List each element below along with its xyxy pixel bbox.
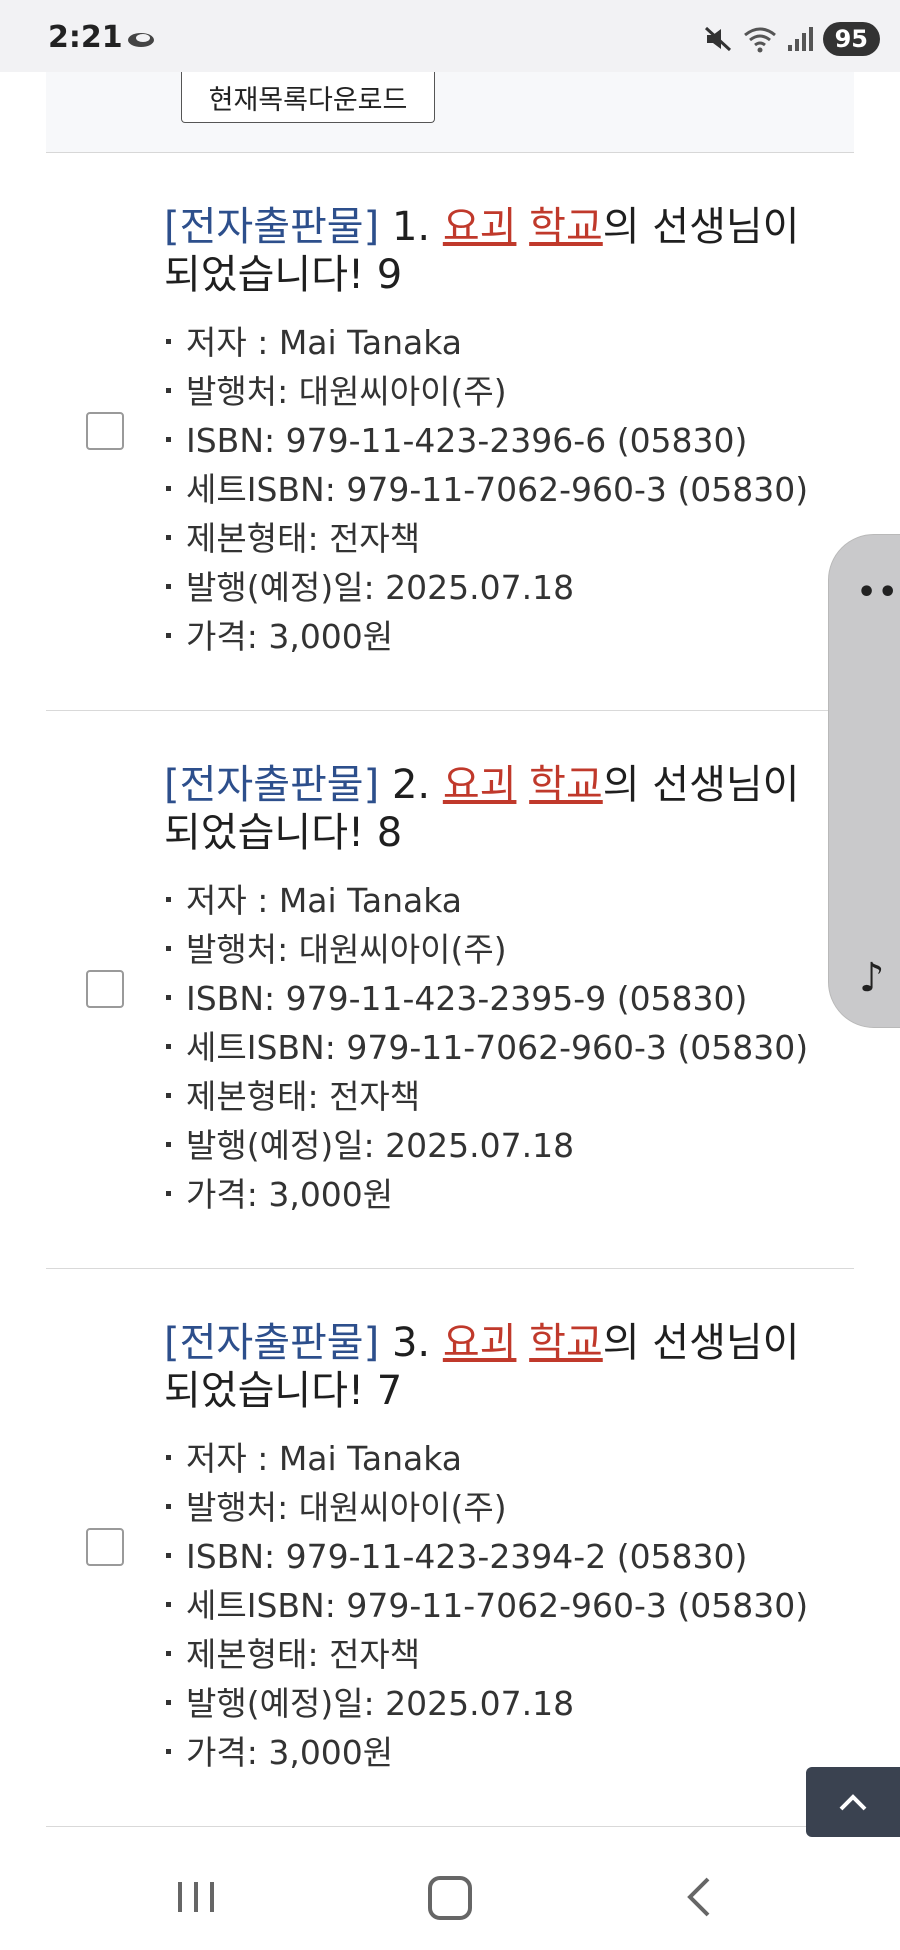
recent-apps-icon[interactable] [176, 1880, 216, 1914]
scroll-to-top-button[interactable] [806, 1767, 900, 1837]
item-checkbox[interactable] [86, 970, 124, 1008]
meta-set-isbn: 세트ISBN: 979-11-7062-960-3 (05830) [164, 1581, 808, 1630]
meta-pub-date: 발행(예정)일: 2025.07.18 [164, 1679, 808, 1728]
meta-author: 저자 : Mai Tanaka [164, 876, 808, 925]
item-title[interactable]: [전자출판물] 1. 요괴 학교의 선생님이 되었습니다! 9 [164, 203, 814, 299]
meta-set-isbn: 세트ISBN: 979-11-7062-960-3 (05830) [164, 1023, 808, 1072]
item-checkbox[interactable] [86, 1528, 124, 1566]
mute-icon [704, 26, 731, 52]
meta-publisher: 발행처: 대원씨아이(주) [164, 367, 808, 416]
title-keyword[interactable]: 학교 [529, 204, 603, 250]
system-nav-bar [0, 1840, 900, 1950]
meta-price: 가격: 3,000원 [164, 1170, 808, 1219]
title-keyword[interactable]: 학교 [529, 1320, 603, 1366]
status-time: 2:21 [48, 20, 123, 55]
item-category: [전자출판물] [164, 1320, 380, 1366]
list-item: [전자출판물] 3. 요괴 학교의 선생님이 되었습니다! 7 저자 : Mai… [46, 1269, 854, 1827]
title-keyword[interactable]: 요괴 [443, 762, 517, 808]
meta-author: 저자 : Mai Tanaka [164, 318, 808, 367]
title-keyword[interactable]: 학교 [529, 762, 603, 808]
item-number: 2. [391, 762, 431, 808]
status-icons: 95 [703, 22, 880, 56]
title-keyword[interactable]: 요괴 [443, 1320, 517, 1366]
item-meta: 저자 : Mai Tanaka 발행처: 대원씨아이(주) ISBN: 979-… [164, 1434, 808, 1777]
meta-format: 제본형태: 전자책 [164, 1630, 808, 1679]
list-item: [전자출판물] 2. 요괴 학교의 선생님이 되었습니다! 8 저자 : Mai… [46, 711, 854, 1269]
back-icon[interactable] [680, 1876, 720, 1918]
battery-indicator: 95 [822, 22, 880, 56]
signal-icon [787, 27, 813, 51]
list-toolbar: 현재목록다운로드 [46, 72, 854, 153]
title-keyword[interactable]: 요괴 [443, 204, 517, 250]
cloud-icon [128, 33, 154, 47]
item-number: 1. [391, 204, 431, 250]
item-category: [전자출판물] [164, 762, 380, 808]
meta-format: 제본형태: 전자책 [164, 1072, 808, 1121]
meta-pub-date: 발행(예정)일: 2025.07.18 [164, 563, 808, 612]
item-checkbox[interactable] [86, 412, 124, 450]
meta-isbn: ISBN: 979-11-423-2394-2 (05830) [164, 1532, 808, 1581]
meta-isbn: ISBN: 979-11-423-2396-6 (05830) [164, 416, 808, 465]
meta-author: 저자 : Mai Tanaka [164, 1434, 808, 1483]
item-title[interactable]: [전자출판물] 3. 요괴 학교의 선생님이 되었습니다! 7 [164, 1319, 814, 1415]
result-list: [전자출판물] 1. 요괴 학교의 선생님이 되었습니다! 9 저자 : Mai… [46, 153, 854, 1827]
chevron-up-icon [839, 1794, 867, 1811]
item-title[interactable]: [전자출판물] 2. 요괴 학교의 선생님이 되었습니다! 8 [164, 761, 814, 857]
item-category: [전자출판물] [164, 204, 380, 250]
download-list-button[interactable]: 현재목록다운로드 [181, 72, 435, 123]
item-meta: 저자 : Mai Tanaka 발행처: 대원씨아이(주) ISBN: 979-… [164, 318, 808, 661]
list-item: [전자출판물] 1. 요괴 학교의 선생님이 되었습니다! 9 저자 : Mai… [46, 153, 854, 711]
floating-side-panel[interactable]: ••• ♪ [828, 534, 900, 1028]
item-number: 3. [391, 1320, 431, 1366]
meta-format: 제본형태: 전자책 [164, 514, 808, 563]
meta-price: 가격: 3,000원 [164, 1728, 808, 1777]
meta-isbn: ISBN: 979-11-423-2395-9 (05830) [164, 974, 808, 1023]
meta-price: 가격: 3,000원 [164, 612, 808, 661]
wifi-icon [743, 27, 776, 53]
music-note-icon[interactable]: ♪ [859, 955, 885, 1001]
item-meta: 저자 : Mai Tanaka 발행처: 대원씨아이(주) ISBN: 979-… [164, 876, 808, 1219]
more-icon[interactable]: ••• [857, 575, 900, 610]
meta-publisher: 발행처: 대원씨아이(주) [164, 925, 808, 974]
home-icon[interactable] [428, 1876, 472, 1920]
meta-pub-date: 발행(예정)일: 2025.07.18 [164, 1121, 808, 1170]
meta-set-isbn: 세트ISBN: 979-11-7062-960-3 (05830) [164, 465, 808, 514]
meta-publisher: 발행처: 대원씨아이(주) [164, 1483, 808, 1532]
status-bar: 2:21 95 [0, 0, 900, 72]
